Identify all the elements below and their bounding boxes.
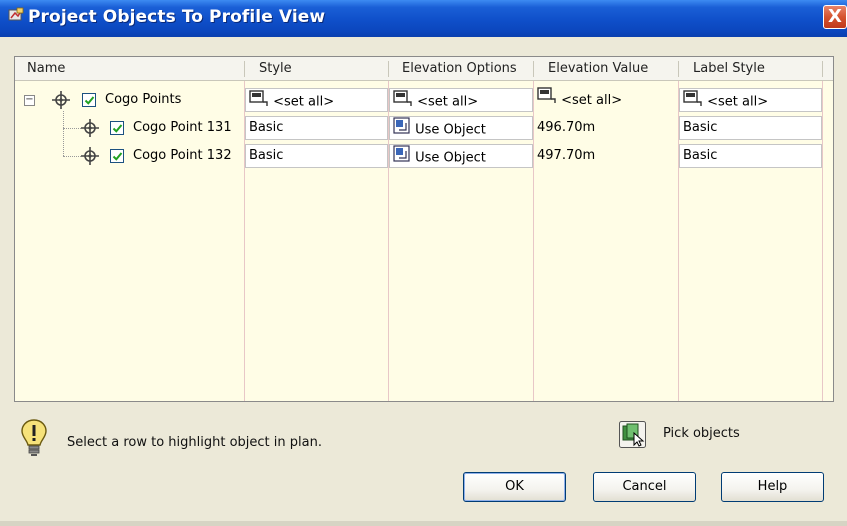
title-bar[interactable]: Project Objects To Profile View X (0, 0, 847, 37)
pick-objects-label: Pick objects (663, 426, 740, 441)
pick-objects-icon[interactable] (619, 421, 646, 448)
column-divider[interactable] (388, 61, 389, 77)
label-style-cell[interactable]: Basic (679, 116, 822, 140)
use-object-icon (393, 145, 411, 171)
window-title: Project Objects To Profile View (28, 7, 326, 27)
cogo-point-132-checkbox[interactable] (110, 149, 124, 163)
cogo-points-checkbox[interactable] (82, 93, 96, 107)
elevation-value-cell[interactable]: 497.70m (534, 142, 678, 170)
set-all-icon (537, 86, 557, 115)
close-button[interactable]: X (823, 5, 847, 29)
style-cell[interactable]: Basic (245, 116, 388, 140)
elevation-options-value: Use Object (415, 122, 486, 138)
set-all-icon (393, 89, 413, 115)
row-name: Cogo Point 131 (133, 120, 232, 135)
label-style-cell[interactable]: <set all> (679, 88, 822, 112)
help-button[interactable]: Help (721, 472, 824, 502)
grid-header: Name Style Elevation Options Elevation V… (15, 57, 833, 81)
column-divider[interactable] (244, 61, 245, 77)
use-object-icon (393, 117, 411, 143)
table-row[interactable]: − Cogo Points <set all> <set all> <set a… (15, 86, 833, 114)
label-style-value: Basic (683, 120, 718, 135)
elevation-value: 496.70m (537, 120, 596, 135)
elevation-value: 497.70m (537, 148, 596, 163)
column-header-label-style[interactable]: Label Style (693, 57, 765, 81)
column-divider[interactable] (533, 61, 534, 77)
style-value: <set all> (273, 94, 335, 110)
elevation-options-value: <set all> (417, 94, 479, 110)
ok-button[interactable]: OK (463, 472, 566, 502)
dialog-window: Project Objects To Profile View X Name S… (0, 0, 847, 526)
elevation-options-cell[interactable]: Use Object (389, 144, 533, 168)
set-all-icon (683, 89, 703, 115)
cogo-point-131-checkbox[interactable] (110, 121, 124, 135)
objects-grid[interactable]: Name Style Elevation Options Elevation V… (14, 56, 834, 402)
lightbulb-icon (20, 418, 48, 458)
table-row[interactable]: Cogo Point 132 Basic Use Object 497.70m … (15, 142, 833, 170)
app-icon (8, 7, 24, 23)
elevation-value: <set all> (561, 93, 623, 108)
cogo-point-icon (80, 118, 100, 142)
collapse-icon[interactable]: − (24, 95, 35, 106)
style-value: Basic (249, 148, 284, 163)
style-cell[interactable]: Basic (245, 144, 388, 168)
style-cell[interactable]: <set all> (245, 88, 388, 112)
row-name: Cogo Point 132 (133, 148, 232, 163)
column-header-name[interactable]: Name (27, 57, 65, 81)
row-name: Cogo Points (105, 92, 182, 107)
close-icon: X (828, 6, 842, 27)
column-header-elevation-value[interactable]: Elevation Value (548, 57, 648, 81)
elevation-value-cell[interactable]: 496.70m (534, 114, 678, 142)
elevation-value-cell[interactable]: <set all> (534, 86, 678, 114)
cogo-point-icon (51, 90, 71, 114)
label-style-value: <set all> (707, 94, 769, 110)
set-all-icon (249, 89, 269, 115)
label-style-cell[interactable]: Basic (679, 144, 822, 168)
column-header-style[interactable]: Style (259, 57, 292, 81)
hint-text: Select a row to highlight object in plan… (67, 435, 322, 450)
elevation-options-value: Use Object (415, 150, 486, 166)
label-style-value: Basic (683, 148, 718, 163)
column-divider[interactable] (678, 61, 679, 77)
cogo-point-icon (80, 146, 100, 170)
column-divider[interactable] (822, 61, 823, 77)
elevation-options-cell[interactable]: Use Object (389, 116, 533, 140)
window-bottom-edge (0, 521, 847, 526)
elevation-options-cell[interactable]: <set all> (389, 88, 533, 112)
style-value: Basic (249, 120, 284, 135)
column-header-elevation-options[interactable]: Elevation Options (402, 57, 517, 81)
cancel-button[interactable]: Cancel (593, 472, 696, 502)
table-row[interactable]: Cogo Point 131 Basic Use Object 496.70m … (15, 114, 833, 142)
